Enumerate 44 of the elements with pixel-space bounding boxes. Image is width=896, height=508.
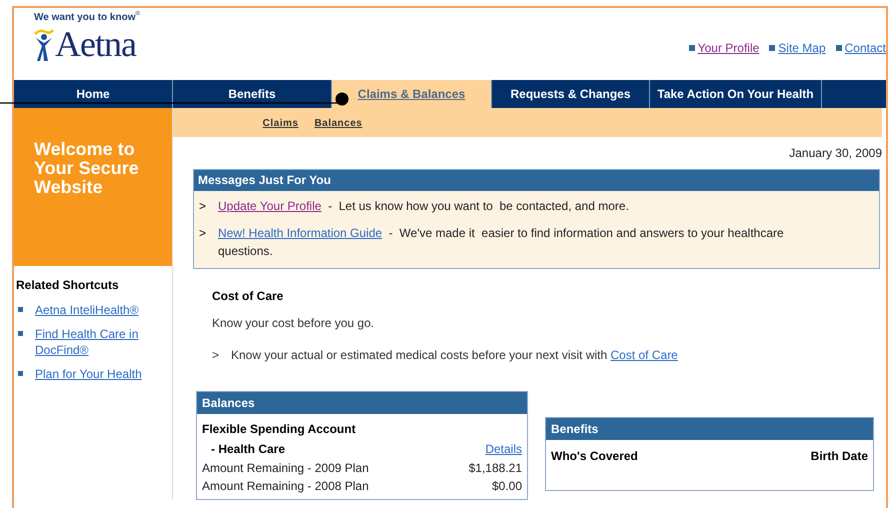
balance-value: $0.00 [492, 478, 522, 495]
balance-label: Amount Remaining - 2008 Plan [202, 478, 369, 495]
message-link[interactable]: New! Health Information Guide [218, 226, 382, 240]
section-text: Know your actual or estimated medical costs before your next visit with Cost of Care [231, 347, 678, 364]
bullet-icon [769, 45, 776, 51]
column-header: Birth Date [810, 448, 868, 465]
column-header: Who's Covered [551, 448, 638, 465]
subnav-link[interactable]: Balances [314, 116, 362, 137]
tagline: We want you to know [34, 11, 136, 25]
bullet-icon [18, 307, 23, 312]
section-text: Know your cost before you go. [212, 315, 376, 332]
welcome-heading: Welcome to Your Secure Website [34, 140, 140, 197]
bullet-marker: > [199, 225, 208, 242]
account-subname: - Health Care [210, 441, 286, 458]
bullet-icon [688, 45, 695, 51]
bullet-icon [18, 371, 23, 376]
section-heading: Cost of Care [212, 288, 284, 305]
logo-icon [34, 28, 54, 62]
cost-of-care-link[interactable]: Cost of Care [610, 348, 678, 362]
header-link[interactable]: Contact [844, 39, 886, 57]
bullet-icon [18, 331, 23, 336]
panel-title: Benefits [546, 418, 873, 440]
subnav-link[interactable]: Claims [262, 116, 298, 137]
panel-title: Balances [197, 392, 527, 414]
account-name: Flexible Spending Account [202, 421, 357, 438]
bullet-marker: > [212, 347, 220, 364]
bullet-icon [836, 45, 842, 51]
bullet-marker: > [199, 198, 208, 215]
header-link[interactable]: Your Profile [698, 39, 760, 57]
shortcut-link[interactable]: Aetna InteliHealth® [35, 302, 155, 318]
message-link[interactable]: Update Your Profile [218, 199, 322, 213]
shortcut-link[interactable]: Find Health Care in DocFind® [35, 326, 155, 358]
message-text: New! Health Information Guide - We've made it easier to find information and answers to your healthcare questions. [218, 225, 785, 260]
logo-wordmark: Aetna [55, 26, 136, 62]
message-text: Update Your Profile - Let us know how you want to be contacted, and more. [218, 198, 630, 215]
nav-tab[interactable]: Claims & Balances [332, 80, 492, 108]
shortcuts-heading: Related Shortcuts [16, 277, 120, 294]
shortcut-link[interactable]: Plan for Your Health [35, 366, 155, 382]
header-link[interactable]: Site Map [778, 39, 826, 57]
date-text: January 30, 2009 [789, 145, 882, 162]
panel-title: Messages Just For You [194, 170, 879, 191]
balance-label: Amount Remaining - 2009 Plan [202, 460, 369, 477]
details-link[interactable]: Details [485, 440, 522, 458]
balance-value: $1,188.21 [468, 460, 522, 477]
